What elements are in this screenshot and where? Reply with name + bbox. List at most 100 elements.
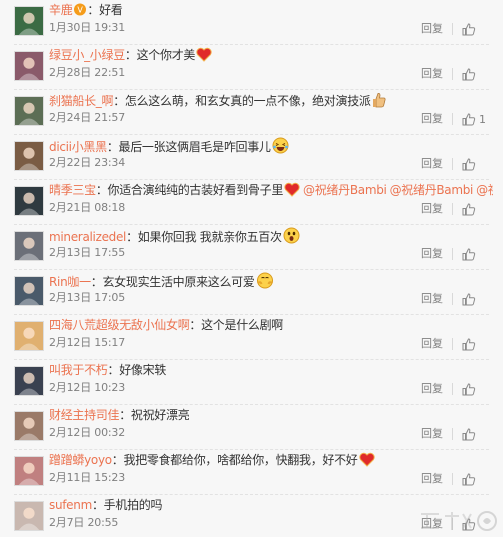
reply-button[interactable]: 回复 — [421, 337, 443, 351]
comment-date: 2月12日 15:17 — [49, 336, 125, 350]
reply-button[interactable]: 回复 — [421, 472, 443, 486]
username-link[interactable]: 辛鹿 — [49, 3, 72, 17]
comment-line: 蹭蹭蟒yoyo：我把零食都给你，啥都给你，快翻我，好不好 — [49, 452, 493, 468]
comment-text: 这个是什么剧啊 — [201, 318, 283, 332]
heart-emoji-icon — [196, 47, 212, 62]
comment-item: Rin咖一：玄女现实生活中原来这么可爱2月13日 17:05回复 — [0, 270, 503, 315]
username-link[interactable]: 叫我于不朽 — [49, 363, 108, 377]
comment-text: 怎么这么萌，和玄女真的一点不像，绝对演技派 — [125, 94, 371, 108]
app-watermark-logo — [417, 508, 497, 534]
comment-item: 蹭蹭蟒yoyo：我把零食都给你，啥都给你，快翻我，好不好2月11日 15:23回… — [0, 450, 503, 495]
action-divider — [452, 248, 453, 260]
comment-text: 好像宋轶 — [119, 363, 166, 377]
reply-button[interactable]: 回复 — [421, 22, 443, 36]
like-button[interactable] — [462, 428, 485, 441]
username-link[interactable]: mineralizedel — [49, 230, 126, 244]
action-divider — [452, 158, 453, 170]
username-link[interactable]: 财经主持司佳 — [49, 408, 119, 422]
like-button[interactable] — [462, 248, 485, 261]
comment-actions: 回复 — [421, 292, 485, 306]
comment-text: 这个你才美 — [137, 48, 196, 62]
thumb-up-icon — [462, 338, 476, 351]
comment-text: 玄女现实生活中原来这么可爱 — [102, 275, 254, 289]
comment-line: dicii小黑黑：最后一张这俩眉毛是咋回事儿 — [49, 137, 493, 155]
reply-button[interactable]: 回复 — [421, 292, 443, 306]
comment-item: 四海八荒超级无敌小仙女啊：这个是什么剧啊2月12日 15:17回复 — [0, 315, 503, 360]
surprised-emoji-icon — [283, 227, 300, 244]
comment-item: 财经主持司佳：祝祝好漂亮 2月12日 00:32 回复 — [0, 405, 503, 450]
comment-date: 2月12日 00:32 — [49, 426, 125, 440]
thumb-up-icon — [462, 428, 476, 441]
action-divider — [452, 428, 453, 440]
comment-colon: ： — [96, 183, 108, 197]
heart-emoji-icon — [284, 182, 300, 197]
comment-item: dicii小黑黑：最后一张这俩眉毛是咋回事儿2月22日 23:34回复 — [0, 135, 503, 180]
like-button[interactable]: 1 — [462, 113, 485, 126]
like-button[interactable] — [462, 473, 485, 486]
avatar[interactable] — [14, 231, 44, 261]
reply-button[interactable]: 回复 — [421, 202, 443, 216]
comment-actions: 回复 — [421, 382, 485, 396]
comment-colon: ： — [92, 498, 104, 512]
reply-button[interactable]: 回复 — [421, 112, 443, 126]
avatar[interactable] — [14, 6, 44, 36]
like-button[interactable] — [462, 383, 485, 396]
mention-link[interactable]: @祝绪丹Bambi — [303, 183, 387, 197]
comment-actions: 回复 — [421, 337, 485, 351]
like-count: 1 — [479, 113, 485, 126]
reply-button[interactable]: 回复 — [421, 67, 443, 81]
avatar[interactable] — [14, 276, 44, 306]
avatar[interactable] — [14, 456, 44, 486]
vip-badge-icon: V — [73, 3, 87, 16]
avatar[interactable] — [14, 186, 44, 216]
comment-date: 2月24日 21:57 — [49, 111, 125, 125]
avatar[interactable] — [14, 366, 44, 396]
username-link[interactable]: 晴季三宝 — [49, 183, 96, 197]
thumb-up-icon — [462, 473, 476, 486]
comment-text: 最后一张这俩眉毛是咋回事儿 — [119, 140, 271, 154]
comment-colon: ： — [119, 408, 131, 422]
username-link[interactable]: 刹猫船长_啊 — [49, 94, 113, 108]
mention-link[interactable]: @祝绪丹Bambi — [390, 183, 474, 197]
thumb-up-icon — [462, 248, 476, 261]
comment-date: 2月13日 17:55 — [49, 246, 125, 260]
comment-line: 财经主持司佳：祝祝好漂亮 — [49, 407, 493, 423]
comment-text: 手机拍的吗 — [104, 498, 163, 512]
action-divider — [452, 473, 453, 485]
username-link[interactable]: dicii小黑黑 — [49, 140, 107, 154]
avatar[interactable] — [14, 501, 44, 531]
avatar[interactable] — [14, 141, 44, 171]
comment-actions: 回复 — [421, 202, 485, 216]
comment-colon: ： — [113, 94, 125, 108]
comment-colon: ： — [112, 453, 124, 467]
action-divider — [452, 338, 453, 350]
like-button[interactable] — [462, 68, 485, 81]
username-link[interactable]: sufenm — [49, 498, 92, 512]
like-button[interactable] — [462, 23, 485, 36]
avatar[interactable] — [14, 51, 44, 81]
comment-item: 绿豆小_小绿豆：这个你才美2月28日 22:51回复 — [0, 45, 503, 90]
like-button[interactable] — [462, 293, 485, 306]
like-button[interactable] — [462, 158, 485, 171]
avatar[interactable] — [14, 96, 44, 126]
like-button[interactable] — [462, 338, 485, 351]
reply-button[interactable]: 回复 — [421, 382, 443, 396]
comment-item: mineralizedel：如果你回我 我就亲你五百次2月13日 17:55回复 — [0, 225, 503, 270]
mention-link[interactable]: @祝绪丹Bambi — [476, 183, 493, 197]
username-link[interactable]: 蹭蹭蟒yoyo — [49, 453, 112, 467]
username-link[interactable]: 四海八荒超级无敌小仙女啊 — [49, 318, 189, 332]
reply-button[interactable]: 回复 — [421, 157, 443, 171]
reply-button[interactable]: 回复 — [421, 247, 443, 261]
hug-emoji-icon — [256, 272, 274, 289]
comment-date: 2月21日 08:18 — [49, 201, 125, 215]
avatar[interactable] — [14, 321, 44, 351]
heart-emoji-icon — [359, 452, 375, 467]
username-link[interactable]: Rin咖一 — [49, 275, 91, 289]
thumb-up-icon — [462, 23, 476, 36]
reply-button[interactable]: 回复 — [421, 427, 443, 441]
avatar[interactable] — [14, 411, 44, 441]
comment-line: 晴季三宝：你适合演纯纯的古装好看到骨子里@祝绪丹Bambi@祝绪丹Bambi@祝… — [49, 182, 493, 198]
comment-line: 刹猫船长_啊：怎么这么萌，和玄女真的一点不像，绝对演技派 — [49, 92, 493, 109]
like-button[interactable] — [462, 203, 485, 216]
username-link[interactable]: 绿豆小_小绿豆 — [49, 48, 125, 62]
